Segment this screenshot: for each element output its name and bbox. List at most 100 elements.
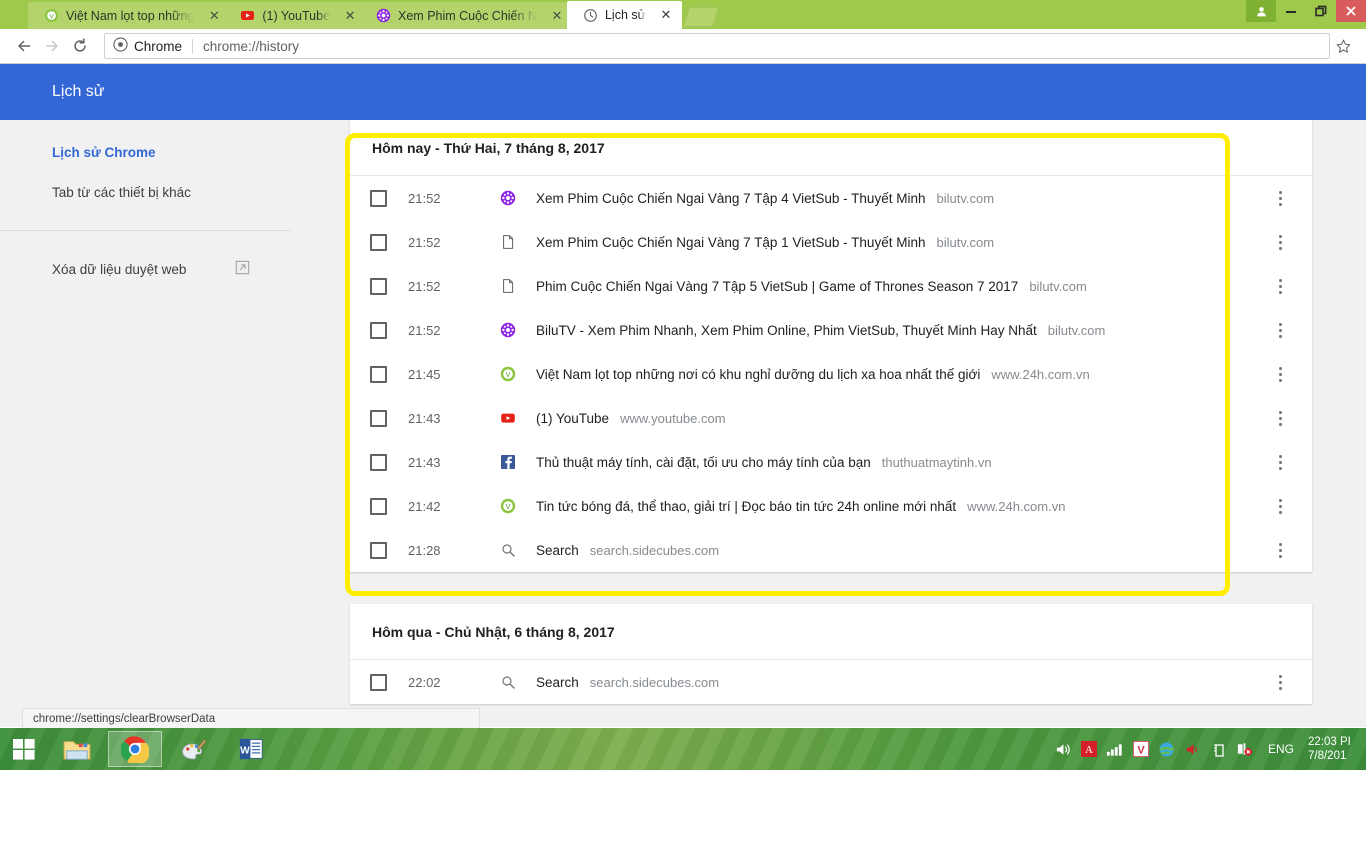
row-title[interactable]: Search [536, 675, 579, 690]
row-checkbox[interactable] [370, 321, 387, 339]
row-checkbox[interactable] [370, 409, 387, 427]
antivirus-v-icon[interactable]: V [1132, 740, 1150, 758]
tab-0[interactable]: V Việt Nam lọt top những ✕ [28, 2, 231, 29]
row-title[interactable]: Tin tức bóng đá, thể thao, giải trí | Đọ… [536, 499, 956, 514]
row-checkbox[interactable] [370, 365, 387, 383]
history-row[interactable]: 21:52 Phim Cuộc Chiến Ngai Vàng 7 Tập 5 … [350, 264, 1312, 308]
row-checkbox[interactable] [370, 497, 387, 515]
clock-date: 7/8/201 [1308, 750, 1347, 762]
row-title[interactable]: Việt Nam lọt top những nơi có khu nghỉ d… [536, 367, 980, 382]
reload-icon[interactable] [66, 32, 94, 60]
language-indicator[interactable]: ENG [1268, 742, 1294, 756]
back-arrow-icon[interactable] [10, 32, 38, 60]
tab-2[interactable]: Xem Phim Cuộc Chiến N ✕ [360, 2, 573, 29]
row-title[interactable]: Thủ thuật máy tính, cài đặt, tối ưu cho … [536, 455, 871, 470]
new-tab-button[interactable] [682, 7, 720, 27]
history-row[interactable]: 21:52 BiluTV - Xem Phim Nhanh, Xem Phim … [350, 308, 1312, 352]
volume-icon[interactable] [1054, 740, 1072, 758]
history-row[interactable]: 21:28 Search search.sidecubes.com [350, 528, 1312, 572]
sidebar-item-other-devices[interactable]: Tab từ các thiết bị khác [0, 172, 290, 212]
close-icon[interactable]: ✕ [658, 7, 674, 23]
row-time: 21:43 [408, 454, 441, 470]
row-title[interactable]: Xem Phim Cuộc Chiến Ngai Vàng 7 Tập 4 Vi… [536, 191, 925, 206]
sidebar-item-clear-browsing-data[interactable]: Xóa dữ liệu duyệt web [0, 249, 290, 289]
sidebar-item-chrome-history[interactable]: Lịch sử Chrome [0, 132, 290, 172]
more-vertical-icon[interactable] [1268, 660, 1292, 704]
group-title: Hôm qua - Chủ Nhật, 6 tháng 8, 2017 [350, 604, 1312, 660]
svg-text:W: W [240, 746, 250, 757]
row-title[interactable]: Phim Cuộc Chiến Ngai Vàng 7 Tập 5 VietSu… [536, 279, 1018, 294]
page-icon [500, 234, 516, 250]
history-row[interactable]: 21:52 Xem Phim Cuộc Chiến Ngai Vàng 7 Tậ… [350, 176, 1312, 220]
tab-1[interactable]: (1) YouTube ✕ [224, 2, 367, 29]
sidebar: Lịch sử Chrome Tab từ các thiết bị khác … [0, 120, 290, 727]
row-title[interactable]: Search [536, 543, 579, 558]
row-checkbox[interactable] [370, 673, 387, 691]
usb-device-icon[interactable] [1210, 740, 1228, 758]
paint-icon[interactable] [166, 731, 220, 767]
row-domain: thuthuatmaytinh.vn [881, 454, 992, 470]
more-vertical-icon[interactable] [1268, 264, 1292, 308]
24h-icon: V [500, 498, 516, 514]
minimize-button[interactable] [1276, 0, 1306, 22]
more-vertical-icon[interactable] [1268, 396, 1292, 440]
row-domain: search.sidecubes.com [589, 674, 720, 690]
history-row[interactable]: 21:52 Xem Phim Cuộc Chiến Ngai Vàng 7 Tậ… [350, 220, 1312, 264]
history-row[interactable]: 22:02 Search search.sidecubes.com [350, 660, 1312, 704]
address-bar[interactable]: Chrome chrome://history [104, 33, 1330, 59]
row-time: 21:52 [408, 190, 441, 206]
more-vertical-icon[interactable] [1268, 352, 1292, 396]
bilutv-icon [500, 190, 516, 206]
network-error-icon[interactable] [1236, 740, 1254, 758]
forward-arrow-icon[interactable] [38, 32, 66, 60]
close-icon[interactable]: ✕ [206, 8, 222, 24]
row-title[interactable]: (1) YouTube [536, 411, 609, 426]
history-page: Lịch sử Lịch sử tìm kiếm Lịch sử Chrome … [0, 64, 1366, 727]
history-row[interactable]: 21:42 V Tin tức bóng đá, thể thao, giải … [350, 484, 1312, 528]
adobe-icon[interactable]: A [1080, 740, 1098, 758]
row-checkbox[interactable] [370, 277, 387, 295]
row-checkbox[interactable] [370, 189, 387, 207]
star-icon[interactable] [1330, 33, 1356, 59]
svg-text:V: V [505, 370, 510, 379]
chrome-icon[interactable] [108, 731, 162, 767]
tab-3[interactable]: Lịch sử ✕ [566, 1, 682, 29]
close-icon[interactable]: ✕ [342, 8, 358, 24]
close-icon[interactable]: ✕ [549, 8, 565, 24]
row-title[interactable]: Xem Phim Cuộc Chiến Ngai Vàng 7 Tập 1 Vi… [536, 235, 925, 250]
more-vertical-icon[interactable] [1268, 220, 1292, 264]
tab-title: Việt Nam lọt top những [66, 8, 195, 23]
omnibox-url: chrome://history [203, 38, 300, 54]
close-window-button[interactable] [1336, 0, 1366, 22]
more-vertical-icon[interactable] [1268, 176, 1292, 220]
more-vertical-icon[interactable] [1268, 528, 1292, 572]
row-time: 21:43 [408, 410, 441, 426]
omnibox-divider [192, 38, 194, 54]
row-checkbox[interactable] [370, 541, 387, 559]
row-time: 21:52 [408, 234, 441, 250]
history-row[interactable]: 21:43 (1) YouTube www.youtube.com [350, 396, 1312, 440]
history-row[interactable]: 21:43 Thủ thuật máy tính, cài đặt, tối ư… [350, 440, 1312, 484]
search-glass-icon [500, 674, 516, 690]
row-title[interactable]: BiluTV - Xem Phim Nhanh, Xem Phim Online… [536, 323, 1037, 338]
file-explorer-icon[interactable] [50, 731, 104, 767]
taskbar-clock[interactable]: 22:03 PI 7/8/201 [1308, 735, 1362, 763]
vertical-scrollbar[interactable] [1351, 120, 1366, 727]
more-vertical-icon[interactable] [1268, 440, 1292, 484]
row-checkbox[interactable] [370, 453, 387, 471]
search-glass-icon [500, 542, 516, 558]
restore-button[interactable] [1306, 0, 1336, 22]
row-checkbox[interactable] [370, 233, 387, 251]
speaker-mute-icon[interactable] [1184, 740, 1202, 758]
bilutv-icon [376, 8, 391, 23]
more-vertical-icon[interactable] [1268, 308, 1292, 352]
world-globe-icon[interactable] [1158, 740, 1176, 758]
history-row[interactable]: 21:45 V Việt Nam lọt top những nơi có kh… [350, 352, 1312, 396]
word-icon[interactable]: W [224, 731, 278, 767]
signal-bars-icon[interactable] [1106, 740, 1124, 758]
24h-icon: V [44, 8, 59, 23]
user-avatar-button[interactable] [1246, 0, 1276, 22]
more-vertical-icon[interactable] [1268, 484, 1292, 528]
clock-time: 22:03 PI [1308, 736, 1351, 748]
windows-start-icon[interactable] [0, 728, 48, 770]
